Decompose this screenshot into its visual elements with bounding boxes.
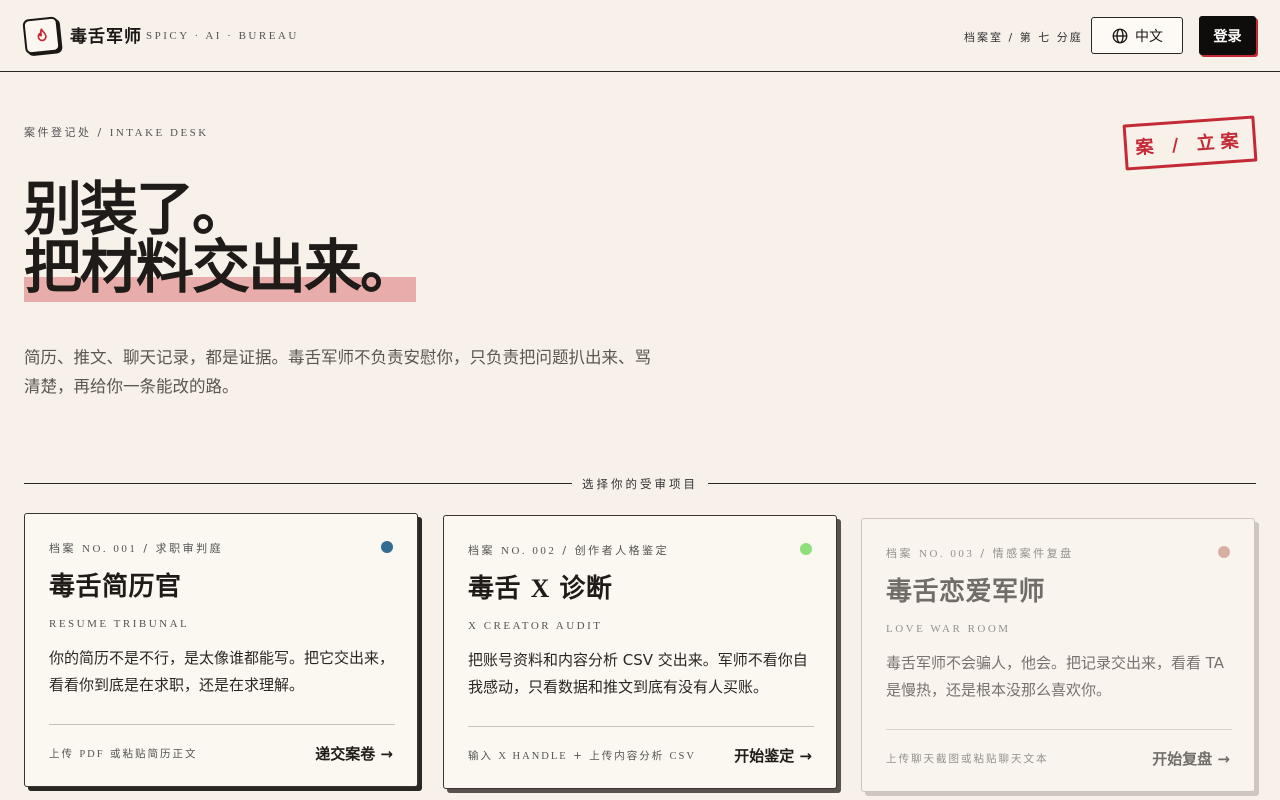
card-description: 把账号资料和内容分析 CSV 交出来。军师不看你自我感动，只看数据和推文到底有没… (468, 651, 808, 696)
case-number-en: NO. 002 (501, 545, 557, 557)
language-label: 中文 (1135, 28, 1163, 45)
divider-line-left (24, 483, 572, 484)
divider-label: 选择你的受审项目 (582, 477, 698, 491)
divider-line-right (708, 483, 1256, 484)
card-subtitle: RESUME TRIBUNAL (49, 618, 190, 630)
case-number-en: NO. 001 (82, 543, 138, 555)
card-hint-en2: CSV (669, 751, 696, 762)
card-divider (886, 729, 1232, 730)
card-title-x: X (530, 574, 550, 603)
flame-icon (37, 27, 47, 41)
card-hint-en: PDF (79, 749, 105, 760)
card-title: 毒舌 X 诊断 (468, 568, 612, 605)
status-dot (381, 541, 393, 553)
case-number-cn: 档案 (886, 547, 919, 560)
case-number-tail: / 求职审判庭 (137, 542, 224, 555)
case-number: 档案 NO. 001 / 求职审判庭 (49, 540, 223, 556)
card-divider (49, 724, 395, 725)
brand-subtitle: SPICY · AI · BUREAU (146, 30, 299, 42)
case-card-x-audit[interactable]: 档案 NO. 002 / 创作者人格鉴定 毒舌 X 诊断 X CREATOR A… (443, 515, 837, 789)
card-title: 毒舌恋爱军师 (886, 577, 1046, 607)
card-description: 你的简历不是不行，是太像谁都能写。把它交出来，看看你到底是在求职，还是在求理解。 (49, 649, 395, 694)
case-number-en: NO. 003 (919, 548, 975, 560)
submit-case-button[interactable]: 递交案卷 → (315, 743, 393, 764)
card-subtitle: LOVE WAR ROOM (886, 623, 1011, 635)
brand-name: 毒舌军师 (70, 27, 142, 47)
case-number-tail: / 情感案件复盘 (974, 547, 1074, 560)
case-number: 档案 NO. 003 / 情感案件复盘 (886, 545, 1074, 561)
case-stamp: 案 / 立案 (1122, 115, 1258, 171)
card-title: 毒舌简历官 (49, 572, 182, 602)
start-review-button[interactable]: 开始复盘 → (1152, 748, 1230, 769)
case-card-resume[interactable]: 档案 NO. 001 / 求职审判庭 毒舌简历官 RESUME TRIBUNAL… (24, 513, 418, 787)
case-number-tail: / 创作者人格鉴定 (556, 544, 670, 557)
card-title-part: 毒舌 (468, 574, 531, 604)
card-hint-tail: 或粘贴简历正文 (104, 748, 198, 760)
hero-title-line1: 别装了。 (24, 175, 250, 243)
card-divider (468, 726, 814, 727)
card-hint-mid: + 上传内容分析 (567, 750, 670, 762)
breadcrumb: 档案室 / 第 七 分庭 (964, 31, 1083, 44)
intake-label-cn: 案件登记处 / (24, 126, 110, 139)
logo[interactable] (22, 16, 61, 55)
card-hint: 上传 PDF 或粘贴简历正文 (49, 746, 197, 761)
case-number-cn: 档案 (49, 542, 82, 555)
card-hint: 输入 X HANDLE + 上传内容分析 CSV (468, 748, 696, 763)
top-header: 毒舌军师 SPICY · AI · BUREAU 档案室 / 第 七 分庭 中文… (0, 0, 1280, 72)
login-button[interactable]: 登录 (1199, 16, 1256, 55)
case-number: 档案 NO. 002 / 创作者人格鉴定 (468, 542, 669, 558)
card-hint-cn: 上传 (49, 748, 80, 760)
card-title-part: 诊断 (549, 574, 613, 604)
hero-description: 简历、推文、聊天记录，都是证据。毒舌军师不负责安慰你，只负责把问题扒出来、骂清楚… (24, 348, 651, 396)
card-hint-cn: 输入 (468, 750, 499, 762)
card-hint: 上传聊天截图或粘贴聊天文本 (886, 753, 1049, 765)
globe-icon (1112, 28, 1128, 43)
language-button[interactable]: 中文 (1091, 17, 1183, 54)
card-description: 毒舌军师不会骗人，他会。把记录交出来，看看 TA 是慢热，还是根本没那么喜欢你。 (886, 654, 1225, 699)
case-number-cn: 档案 (468, 544, 501, 557)
status-dot (1218, 546, 1230, 558)
status-dot (800, 543, 812, 555)
hero-title-line2: 把材料交出来。 (24, 233, 418, 301)
intake-label: 案件登记处 / INTAKE DESK (24, 124, 209, 140)
card-subtitle: X CREATOR AUDIT (468, 620, 603, 632)
card-hint-en: X HANDLE (498, 751, 568, 762)
case-card-love[interactable]: 档案 NO. 003 / 情感案件复盘 毒舌恋爱军师 LOVE WAR ROOM… (861, 518, 1255, 792)
intake-label-en: INTAKE DESK (109, 127, 209, 139)
start-audit-button[interactable]: 开始鉴定 → (734, 745, 812, 766)
